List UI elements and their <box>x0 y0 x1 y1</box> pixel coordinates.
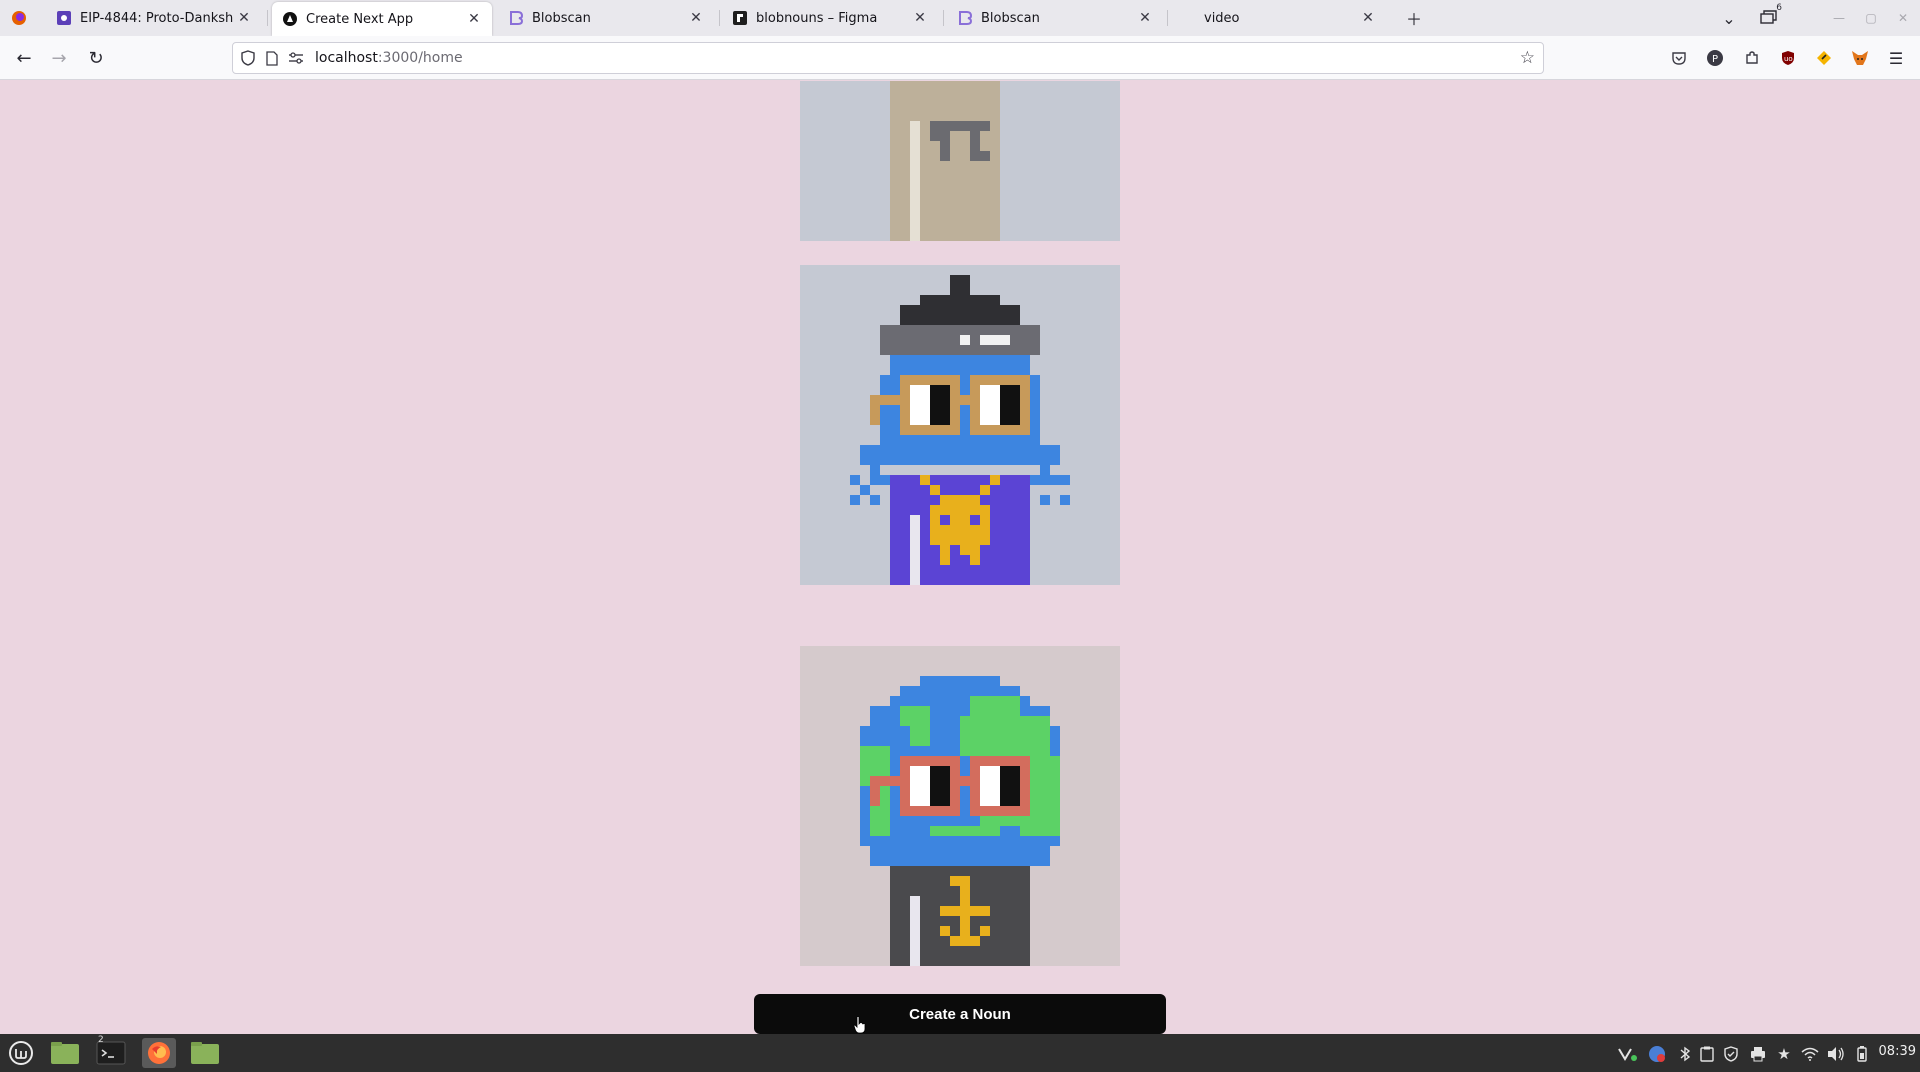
gold-skull-chain <box>920 475 930 485</box>
tab-separator <box>1167 10 1168 26</box>
tab-create-next-app[interactable]: Create Next App ✕ <box>272 2 492 36</box>
profile-extension-icon[interactable]: P <box>1705 48 1725 68</box>
forward-button[interactable]: → <box>47 46 71 70</box>
tab-separator <box>943 10 944 26</box>
list-all-tabs-chevron-icon[interactable]: ⌄ <box>1718 7 1740 29</box>
update-manager-icon[interactable] <box>1616 1045 1640 1063</box>
blobscan-icon <box>957 10 973 26</box>
svg-text:uo: uo <box>1784 55 1793 63</box>
favorites-star-icon[interactable]: ★ <box>1775 1045 1793 1063</box>
tab-eip-4844[interactable]: EIP-4844: Proto-Danksharding ✕ <box>46 0 262 36</box>
noun-card-earth[interactable] <box>800 646 1120 966</box>
noun-partial-image <box>800 81 1120 241</box>
browser-notification-icon[interactable] <box>1646 1045 1668 1063</box>
file-manager-folder-icon[interactable] <box>188 1038 222 1068</box>
new-tab-button[interactable]: ＋ <box>1403 7 1425 29</box>
tab-video[interactable]: video ✕ <box>1170 0 1386 36</box>
bookmark-star-icon[interactable]: ☆ <box>1520 48 1535 68</box>
nextjs-icon <box>282 11 298 27</box>
noun-blue-beanie-image <box>800 265 1120 585</box>
close-tab-icon[interactable]: ✕ <box>464 9 484 29</box>
earth-head <box>920 676 1000 686</box>
system-taskbar: 2 ★ 08:39 <box>0 1034 1920 1072</box>
blank-page-icon <box>1180 10 1196 26</box>
page-content: Create a Noun <box>0 81 1920 1034</box>
tracking-protection-shield-icon[interactable] <box>239 49 257 67</box>
address-bar[interactable]: localhost:3000/home ☆ <box>232 42 1544 74</box>
pocket-icon[interactable] <box>1669 48 1689 68</box>
maximize-window-icon[interactable]: ▢ <box>1862 9 1880 27</box>
terminal-icon[interactable]: 2 <box>94 1035 128 1068</box>
noun-card-blue-beanie[interactable] <box>800 265 1120 585</box>
tab-blobscan-1[interactable]: Blobscan ✕ <box>498 0 714 36</box>
firefox-view-icon[interactable] <box>8 7 30 29</box>
close-window-icon[interactable]: ✕ <box>1894 9 1912 27</box>
url-host: localhost <box>315 50 378 66</box>
url-path: :3000/home <box>377 50 463 66</box>
tab-separator <box>719 10 720 26</box>
tab-title: Blobscan <box>981 10 1040 26</box>
system-clock[interactable]: 08:39 <box>1879 1044 1916 1059</box>
gold-anchor <box>950 876 970 886</box>
reload-button[interactable]: ↻ <box>84 46 108 70</box>
tab-bar: EIP-4844: Proto-Danksharding ✕ Create Ne… <box>0 0 1920 36</box>
close-tab-icon[interactable]: ✕ <box>686 8 706 28</box>
url-text[interactable]: localhost:3000/home <box>315 50 463 66</box>
extensions-puzzle-icon[interactable] <box>1742 48 1762 68</box>
bluetooth-icon[interactable] <box>1676 1045 1694 1063</box>
ethereum-magicians-icon <box>56 10 72 26</box>
tab-blobscan-2[interactable]: Blobscan ✕ <box>947 0 1163 36</box>
terminal-count-badge: 2 <box>98 1035 104 1045</box>
blobscan-icon <box>508 10 524 26</box>
close-tab-icon[interactable]: ✕ <box>1135 8 1155 28</box>
wifi-icon[interactable] <box>1801 1045 1819 1063</box>
tab-title: blobnouns – Figma <box>756 10 878 26</box>
ublock-origin-icon[interactable]: uo <box>1778 48 1798 68</box>
noun-card-partial[interactable] <box>800 81 1120 241</box>
close-tab-icon[interactable]: ✕ <box>234 8 254 28</box>
taskbar-firefox-icon[interactable] <box>142 1038 176 1068</box>
beanie-hat <box>950 275 970 295</box>
permissions-icon[interactable] <box>287 49 305 67</box>
create-noun-button[interactable]: Create a Noun <box>754 994 1166 1034</box>
figma-icon <box>732 10 748 26</box>
close-tab-icon[interactable]: ✕ <box>1358 8 1378 28</box>
volume-icon[interactable] <box>1827 1045 1845 1063</box>
show-desktop-folder-icon[interactable] <box>48 1038 82 1068</box>
close-tab-icon[interactable]: ✕ <box>910 8 930 28</box>
tab-blobnouns-figma[interactable]: blobnouns – Figma ✕ <box>722 0 938 36</box>
tab-title: video <box>1204 10 1240 26</box>
overflow-tabs-button[interactable]: 6 <box>1758 3 1782 29</box>
minimize-window-icon[interactable]: — <box>1830 9 1848 27</box>
noun-earth-image <box>800 646 1120 966</box>
app-menu-hamburger-icon[interactable]: ☰ <box>1886 48 1906 68</box>
clipboard-icon[interactable] <box>1698 1045 1716 1063</box>
tab-separator <box>267 10 268 26</box>
tab-title: EIP-4844: Proto-Danksharding <box>80 10 234 26</box>
printer-icon[interactable] <box>1749 1045 1767 1063</box>
pi-accessory <box>930 121 990 131</box>
linux-mint-menu-icon[interactable] <box>6 1038 36 1068</box>
svg-text:P: P <box>1712 54 1718 65</box>
back-button[interactable]: ← <box>12 46 36 70</box>
tab-count-badge: 6 <box>1776 3 1782 13</box>
metamask-fox-icon[interactable] <box>1850 48 1870 68</box>
tab-title: Blobscan <box>532 10 591 26</box>
battery-icon[interactable] <box>1853 1045 1871 1063</box>
page-info-icon[interactable] <box>263 49 281 67</box>
tab-title: Create Next App <box>306 11 414 27</box>
hand-pointer-cursor <box>853 1016 866 1034</box>
vpn-shield-icon[interactable] <box>1722 1045 1740 1063</box>
navigation-toolbar: ← → ↻ localhost:3000/home ☆ P uo ☰ <box>0 36 1920 80</box>
wallet-diamond-icon[interactable] <box>1814 48 1834 68</box>
